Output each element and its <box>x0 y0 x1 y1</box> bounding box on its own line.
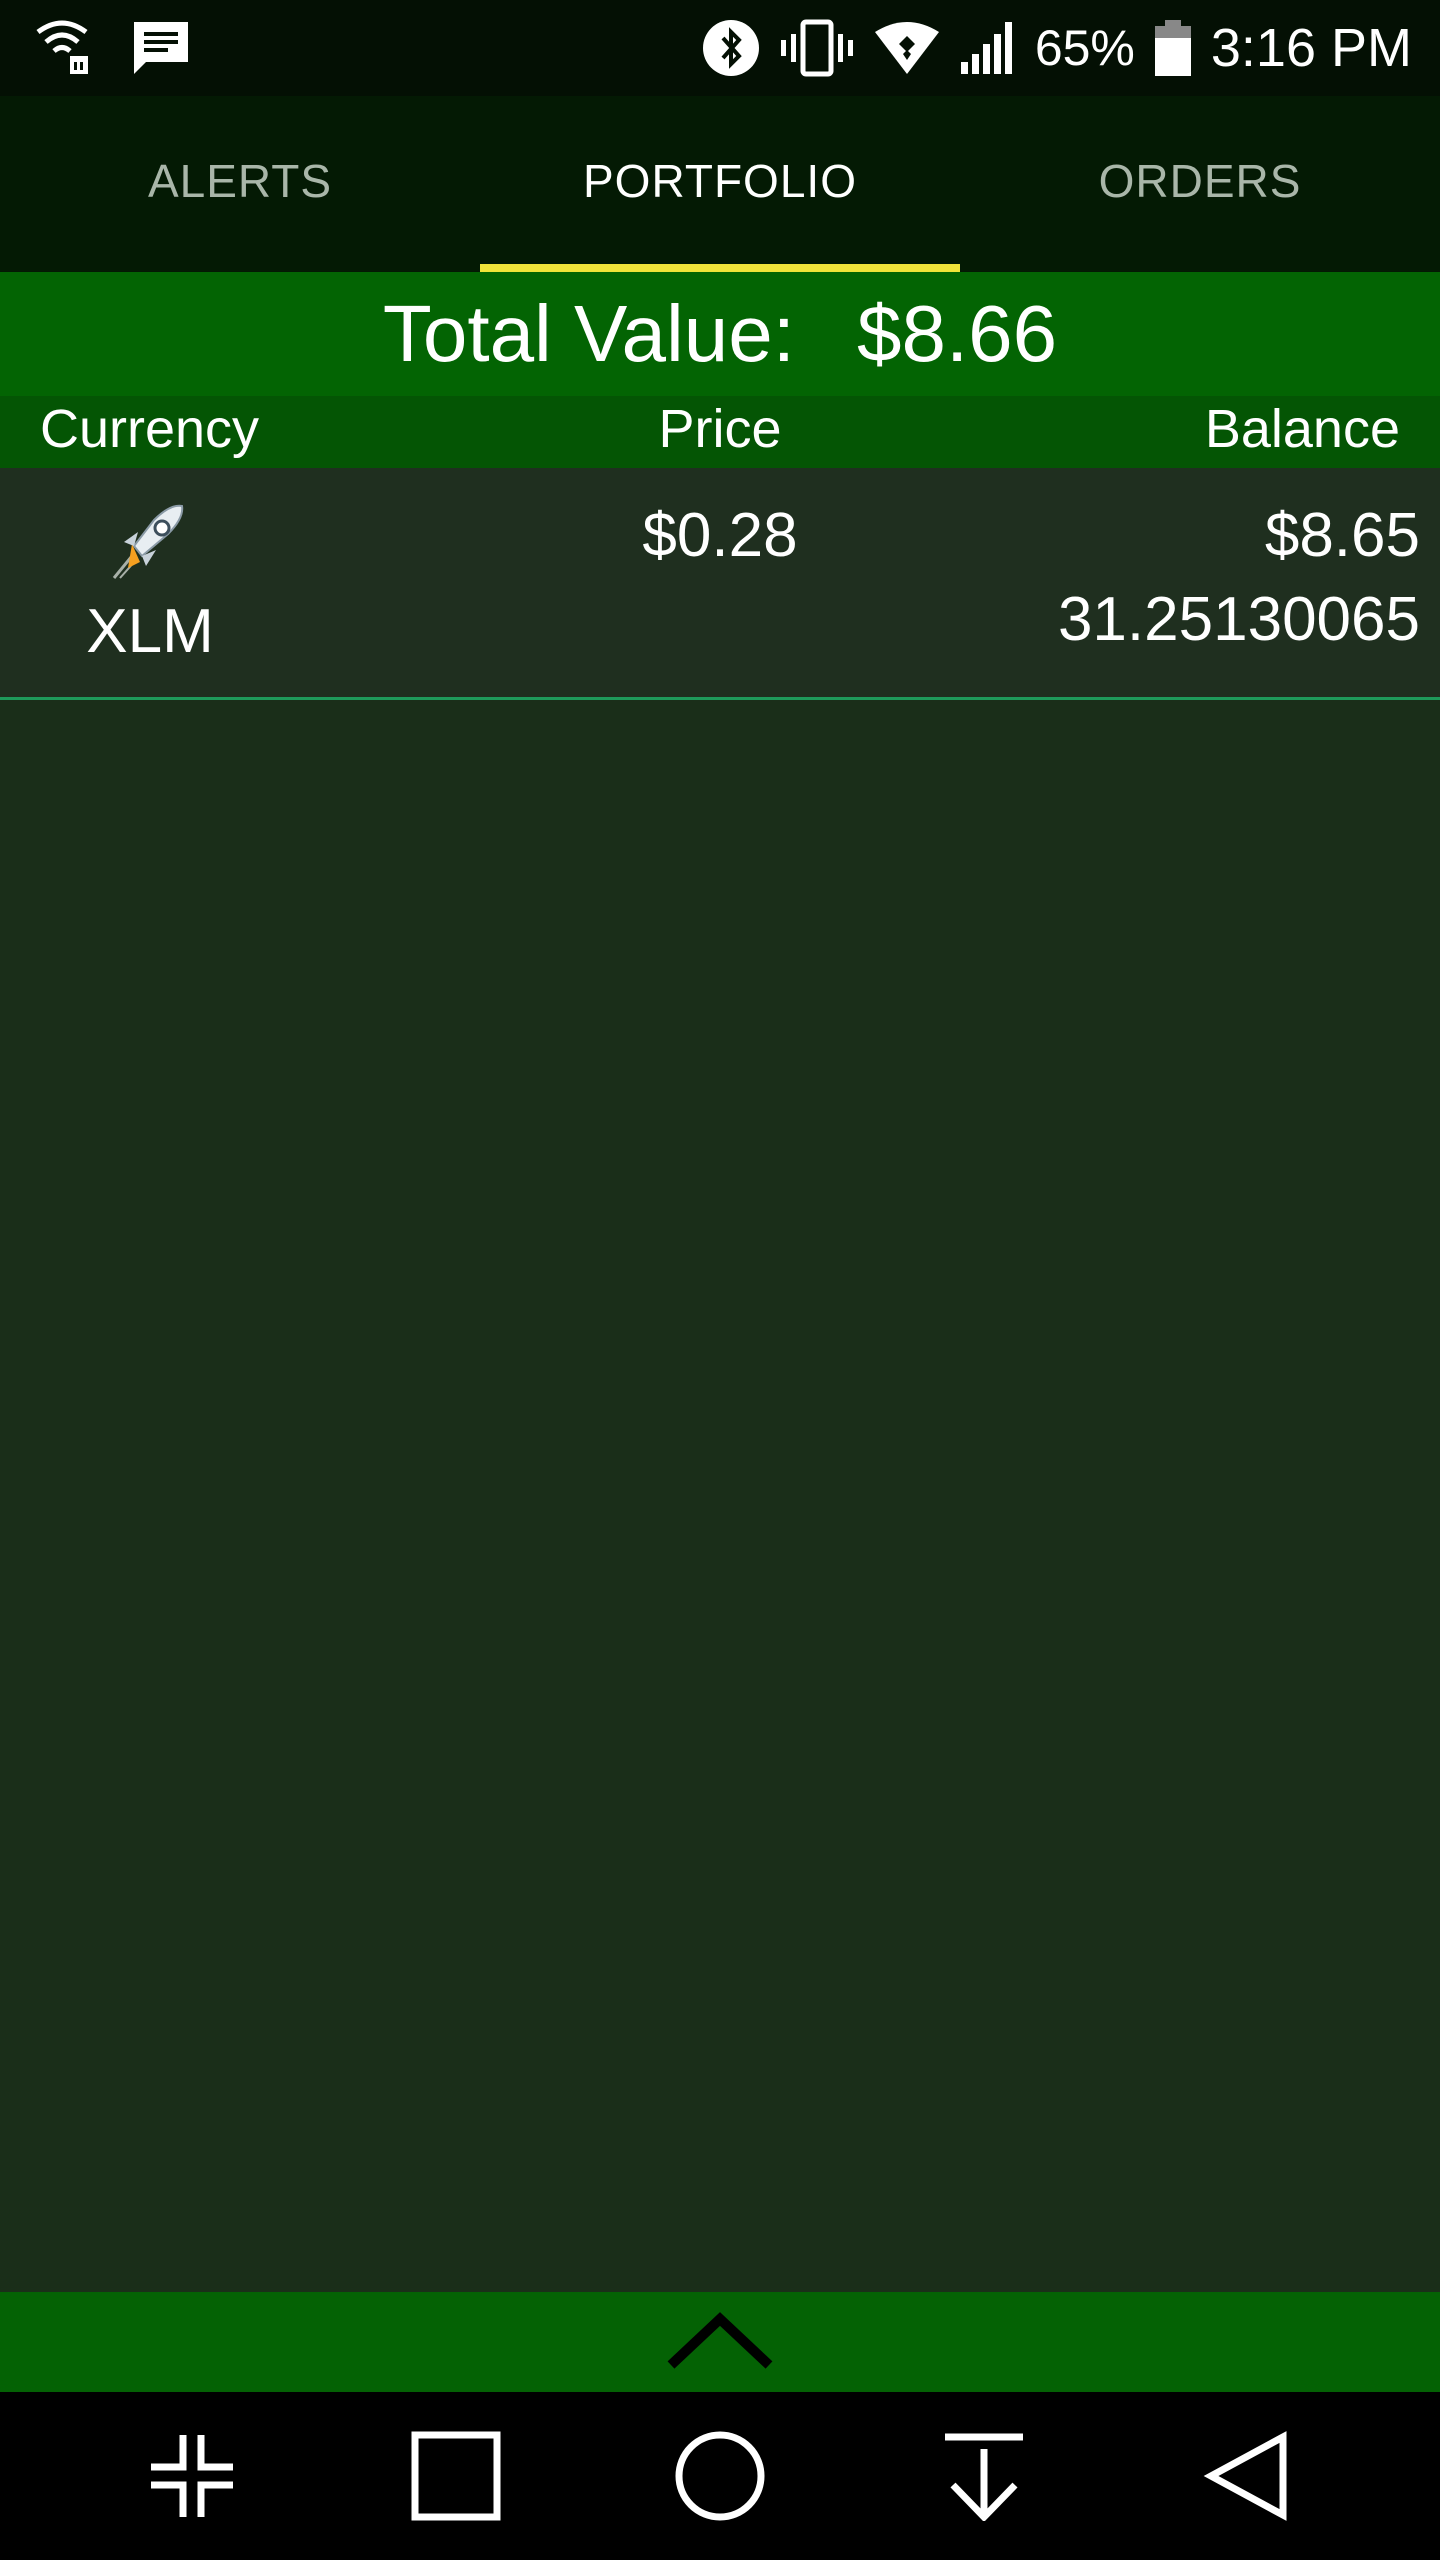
total-value-amount: $8.66 <box>856 289 1058 378</box>
rocket-icon <box>110 500 190 580</box>
coin-balance-value: $8.65 <box>1264 501 1420 570</box>
coin-price: $0.28 <box>642 501 798 570</box>
tab-portfolio[interactable]: PORTFOLIO <box>480 96 960 272</box>
coin-balance-amount: 31.25130065 <box>1057 585 1420 654</box>
download-icon[interactable] <box>924 2416 1044 2536</box>
system-nav-bar <box>0 2392 1440 2560</box>
bluetooth-icon <box>701 18 761 78</box>
status-bar: 65% 3:16 PM <box>0 0 1440 96</box>
battery-icon <box>1153 18 1193 78</box>
wifi-icon <box>873 20 941 76</box>
tab-alerts[interactable]: ALERTS <box>0 96 480 272</box>
holding-row[interactable]: XLM $0.28 $8.65 31.25130065 <box>0 468 1440 700</box>
column-price-header[interactable]: Price <box>658 398 781 460</box>
active-tab-indicator <box>480 264 960 272</box>
recents-icon[interactable] <box>396 2416 516 2536</box>
collapse-icon[interactable] <box>132 2416 252 2536</box>
signal-icon <box>959 20 1017 76</box>
total-value-bar: Total Value: $8.66 <box>0 272 1440 396</box>
tab-orders[interactable]: ORDERS <box>960 96 1440 272</box>
message-icon <box>132 20 190 76</box>
status-left-icons <box>34 18 190 78</box>
home-icon[interactable] <box>660 2416 780 2536</box>
vibrate-icon <box>779 18 855 78</box>
status-right-icons: 65% 3:16 PM <box>701 17 1412 79</box>
tab-bar: ALERTS PORTFOLIO ORDERS <box>0 96 1440 272</box>
coin-symbol: XLM <box>86 597 214 666</box>
column-balance-header[interactable]: Balance <box>1205 398 1400 460</box>
back-icon[interactable] <box>1188 2416 1308 2536</box>
wifi-calling-icon <box>34 18 94 78</box>
total-value-label: Total Value: <box>382 289 795 378</box>
clock: 3:16 PM <box>1210 18 1412 78</box>
portfolio-list-empty-area <box>0 700 1440 2292</box>
column-header: Currency Price Balance <box>0 396 1440 468</box>
chevron-up-icon <box>665 2305 775 2380</box>
battery-percent: 65% <box>1034 20 1135 76</box>
column-currency-header[interactable]: Currency <box>40 398 259 460</box>
expand-panel-button[interactable] <box>0 2292 1440 2392</box>
